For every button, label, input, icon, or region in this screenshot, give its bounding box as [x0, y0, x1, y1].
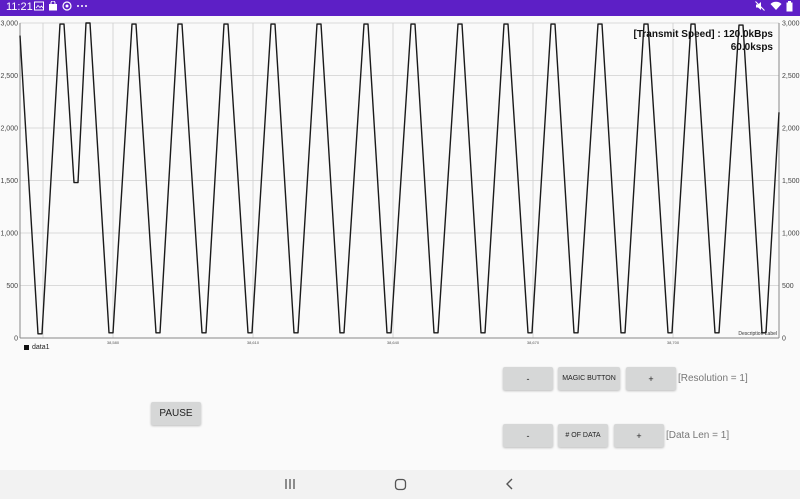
navigation-bar	[0, 470, 800, 499]
y-tick-label-left: 500	[6, 283, 18, 290]
screen: { "status_bar": { "time": "11:21", "icon…	[0, 0, 800, 499]
description-label: Description Label	[738, 331, 777, 337]
chart-legend: data1	[24, 344, 50, 351]
x-tick-label: 38,580	[107, 340, 120, 345]
x-tick-label: 38,670	[527, 340, 540, 345]
series-line-data1	[19, 22, 780, 335]
at-sign-icon	[62, 1, 72, 16]
x-tick-label: 38,700	[667, 340, 680, 345]
data-len-label: [Data Len = 1]	[666, 430, 730, 441]
back-button[interactable]	[500, 475, 520, 493]
y-tick-label-right: 2,000	[782, 126, 800, 133]
resolution-label: [Resolution = 1]	[678, 373, 748, 384]
legend-swatch	[24, 345, 29, 350]
y-tick-label-left: 1,000	[0, 231, 18, 238]
pause-button[interactable]: PAUSE	[151, 402, 201, 425]
shopping-bag-icon	[48, 0, 58, 16]
sample-rate-label: 60.0ksps	[730, 42, 773, 53]
y-tick-label-left: 1,500	[0, 178, 18, 185]
mute-icon	[755, 1, 765, 16]
home-button[interactable]	[390, 475, 410, 493]
more-dots-icon	[76, 1, 88, 16]
y-tick-label-left: 0	[14, 336, 18, 343]
number-of-data-button[interactable]: # OF DATA	[558, 424, 608, 447]
y-tick-label-right: 2,500	[782, 73, 800, 80]
y-tick-label-right: 1,000	[782, 231, 800, 238]
resolution-plus-button[interactable]: +	[626, 367, 676, 390]
home-icon	[394, 478, 406, 490]
transmit-speed-label: [Transmit Speed] : 120.0kBps	[633, 29, 774, 40]
status-bar: 11:21	[0, 0, 800, 16]
chart-canvas: 0 0 500 500 1,000 1,000 1,500 1,500 2,000 2,000 2,…	[0, 21, 800, 346]
data-len-plus-button[interactable]: +	[614, 424, 664, 447]
magic-button[interactable]: MAGIC BUTTON	[558, 367, 620, 390]
back-icon	[506, 478, 513, 490]
image-icon	[34, 1, 44, 16]
y-tick-label-right: 3,000	[782, 21, 800, 28]
data-len-minus-button[interactable]: -	[503, 424, 553, 447]
recents-icon	[285, 479, 295, 489]
battery-icon	[786, 1, 793, 17]
x-tick-label: 38,610	[247, 340, 260, 345]
y-tick-label-left: 2,000	[0, 126, 18, 133]
recents-button[interactable]	[280, 475, 300, 493]
line-chart[interactable]: 0 0 500 500 1,000 1,000 1,500 1,500 2,000 2,000 2,…	[0, 16, 800, 361]
y-tick-label-right: 500	[782, 283, 794, 290]
x-tick-label: 38,640	[387, 340, 400, 345]
y-tick-label-left: 3,000	[0, 21, 18, 28]
legend-label: data1	[32, 344, 50, 351]
y-tick-label-left: 2,500	[0, 73, 18, 80]
y-tick-label-right: 0	[782, 336, 786, 343]
resolution-minus-button[interactable]: -	[503, 367, 553, 390]
clock: 11:21	[6, 1, 33, 13]
transmit-speed-readout: [Transmit Speed] : 120.0kBps 60.0ksps	[634, 28, 774, 54]
wifi-icon	[770, 1, 782, 16]
y-tick-label-right: 1,500	[782, 178, 800, 185]
